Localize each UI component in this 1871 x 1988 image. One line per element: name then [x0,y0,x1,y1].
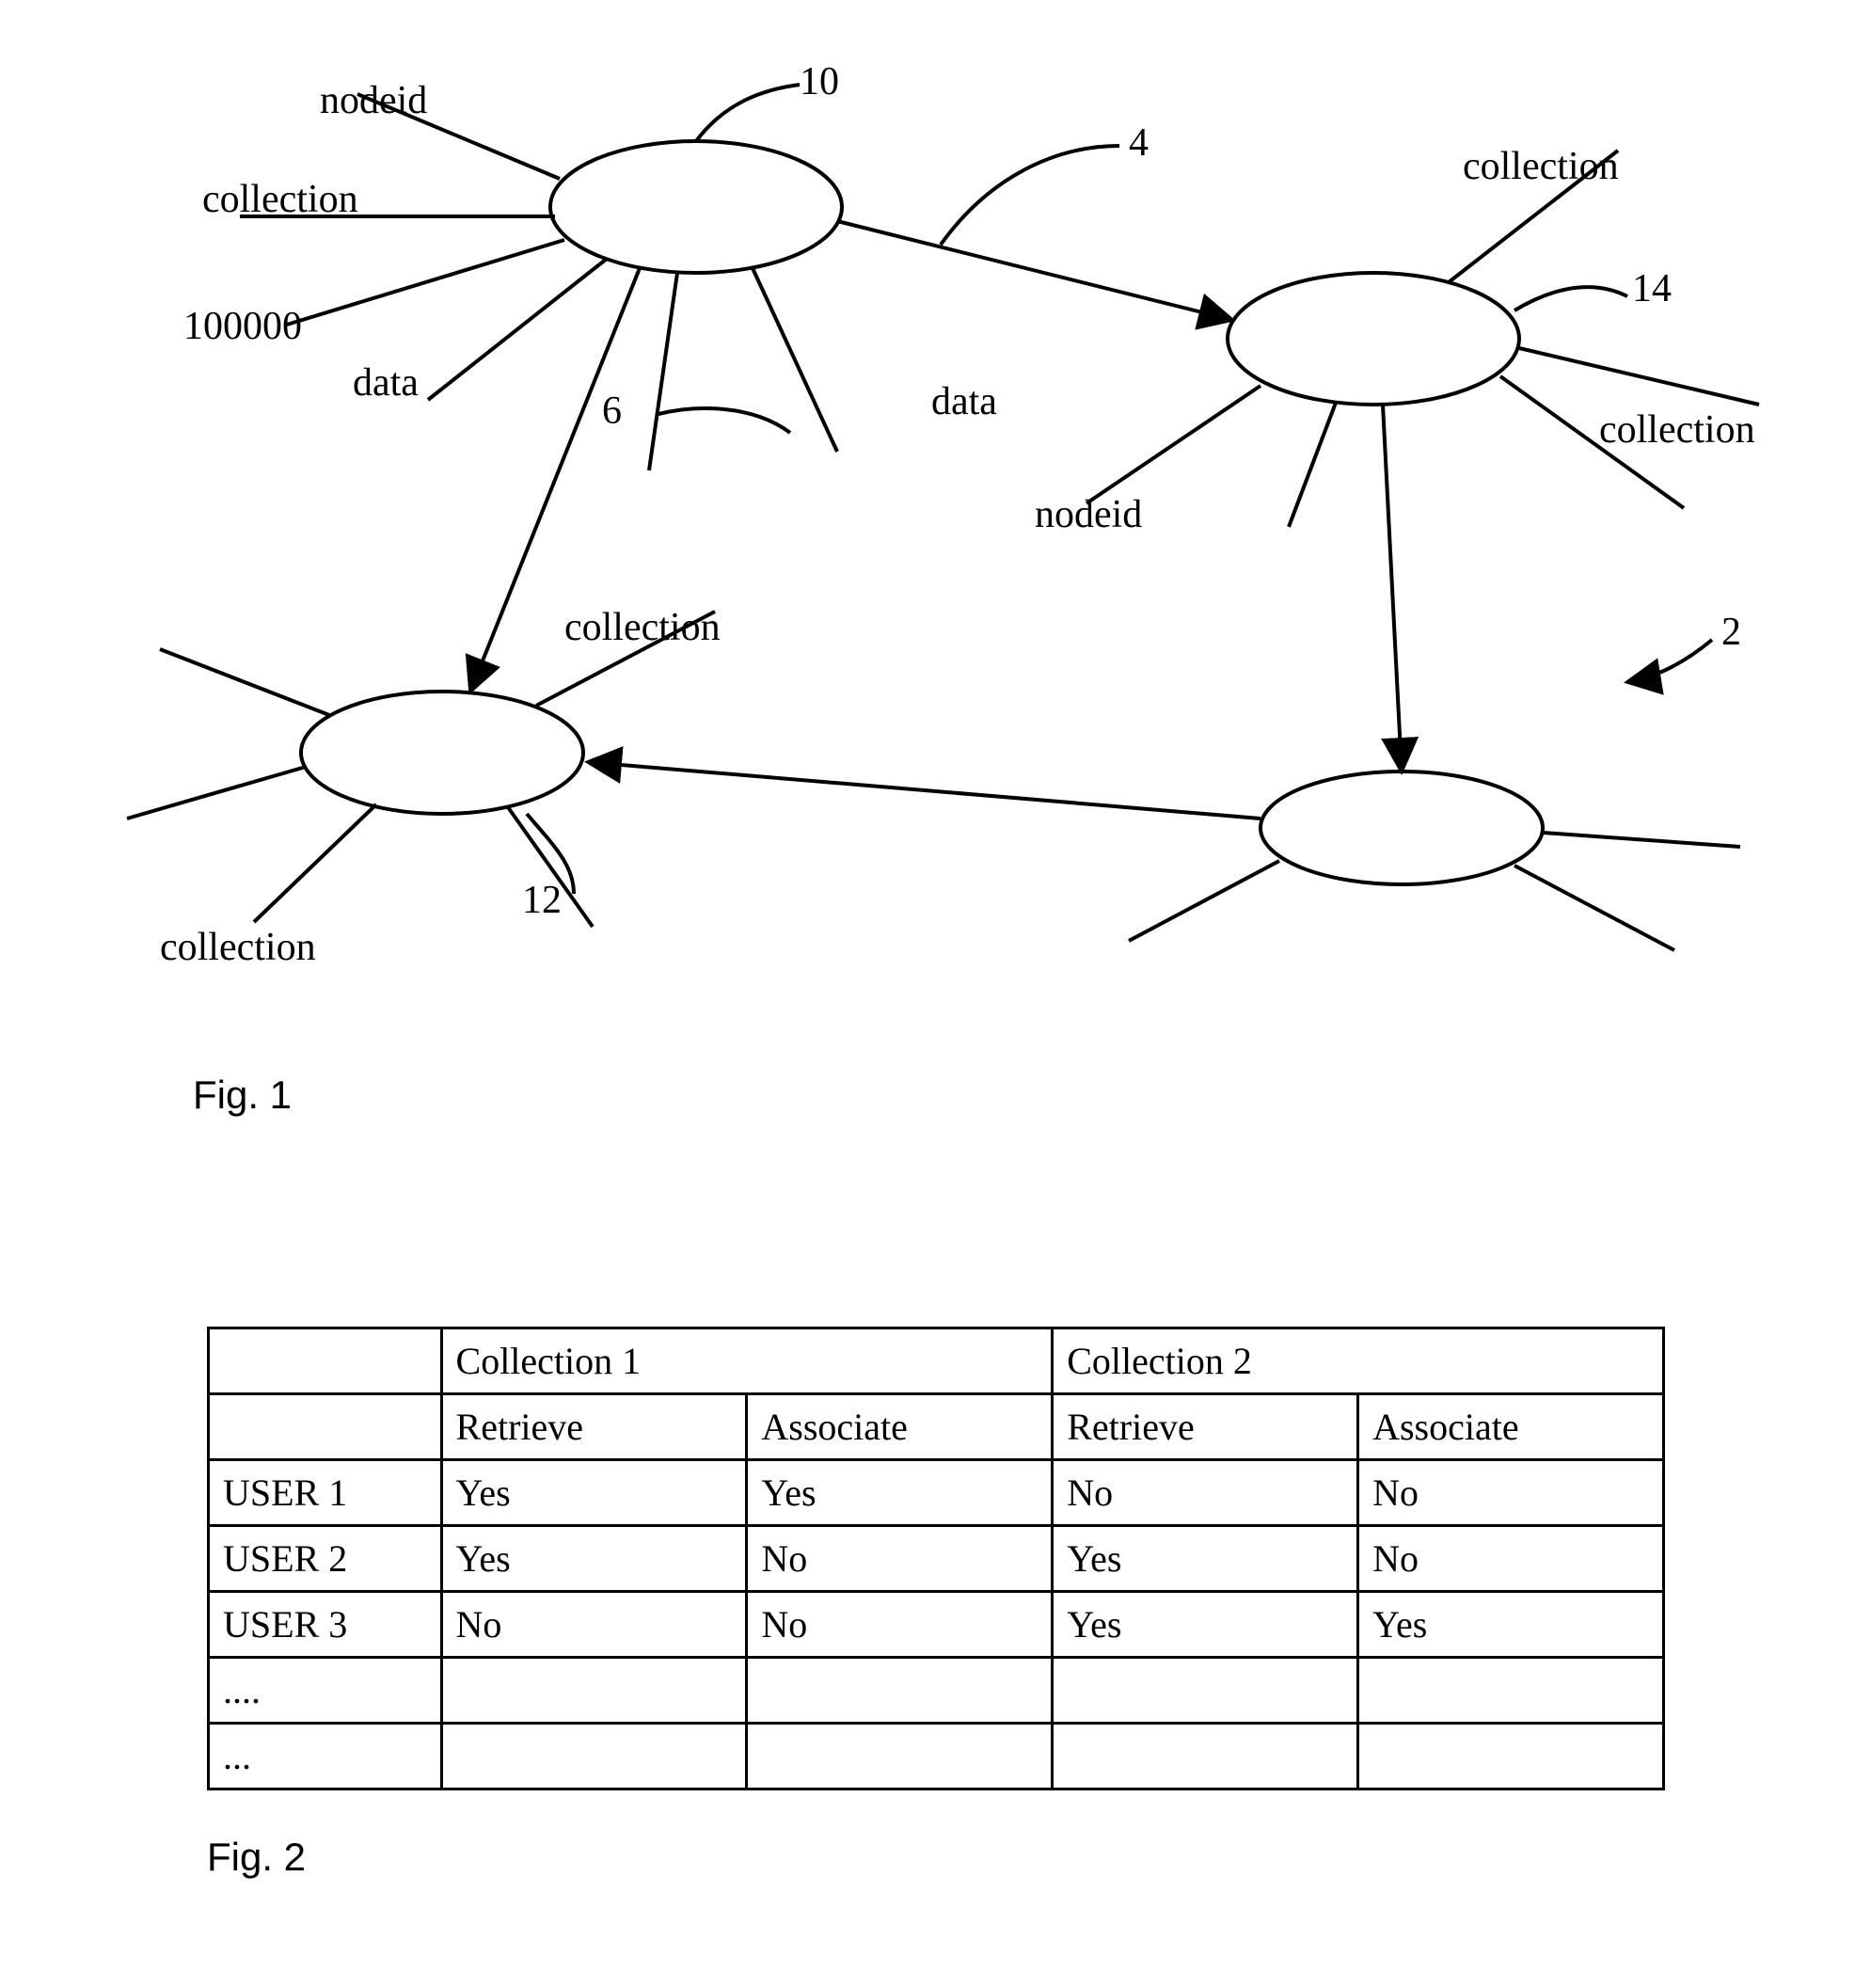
label-data-a: data [353,361,419,405]
node-b-edge-nodeid [1086,386,1261,503]
node-b-edge-collection-right [1519,348,1759,405]
cell-c1a: Yes [747,1460,1053,1526]
cell-c1r [441,1724,747,1789]
figure-1-diagram: nodeid collection 100000 data 6 10 data … [0,0,1871,1035]
cell-user: USER 3 [209,1592,442,1658]
edge-ref-4-lead [941,146,1119,245]
node-a-spoke-extra2 [753,268,837,452]
cell-c1a: No [747,1592,1053,1658]
table-header-collection-1: Collection 1 [441,1328,1053,1394]
label-ref-12: 12 [522,879,562,922]
node-b-edge-spoke-bottom [1289,403,1336,527]
cell-c2r [1053,1658,1358,1724]
table-row: USER 3 No No Yes Yes [209,1592,1664,1658]
table-header-row-2: Retrieve Associate Retrieve Associate [209,1394,1664,1460]
cell-c1a [747,1658,1053,1724]
label-collection-c-top: collection [564,606,721,649]
label-ref-10: 10 [800,60,839,103]
label-ordval-a: 100000 [183,305,302,348]
cell-c2a [1358,1658,1664,1724]
cell-user: USER 2 [209,1526,442,1592]
cell-c1a: No [747,1526,1053,1592]
table-header-collection-2: Collection 2 [1053,1328,1664,1394]
cell-c1r: No [441,1592,747,1658]
node-c-spoke2 [127,767,306,819]
label-collection-b-right: collection [1599,408,1755,452]
table-header-row-1: Collection 1 Collection 2 [209,1328,1664,1394]
node-a-ref-lead [696,85,800,141]
table-row: USER 2 Yes No Yes No [209,1526,1664,1592]
cell-c2r: No [1053,1460,1358,1526]
cell-c1r: Yes [441,1526,747,1592]
permissions-table: Collection 1 Collection 2 Retrieve Assoc… [207,1327,1665,1790]
table-header-c1-retrieve: Retrieve [441,1394,747,1460]
label-nodeid-b: nodeid [1035,493,1142,536]
cell-user: USER 1 [209,1460,442,1526]
cell-c2r: Yes [1053,1592,1358,1658]
edge-b-to-d [1383,405,1402,771]
cell-c2a: No [1358,1460,1664,1526]
graph-ref-lead [1627,640,1712,682]
node-b [1228,273,1519,405]
edge-d-to-c [588,762,1261,819]
label-ref-6: 6 [602,390,622,433]
label-nodeid-a: nodeid [320,79,427,122]
table-row: ... [209,1724,1664,1789]
label-collection-a: collection [202,178,358,221]
table-header-empty-2 [209,1394,442,1460]
figure-1-caption: Fig. 1 [193,1073,292,1118]
node-d-spoke2 [1514,866,1674,950]
table-header-c2-associate: Associate [1358,1394,1664,1460]
cell-user: .... [209,1658,442,1724]
label-ref-4: 4 [1129,121,1149,165]
cell-c2a: No [1358,1526,1664,1592]
node-b-ref-lead [1514,287,1627,310]
label-ref-14: 14 [1632,267,1672,310]
page: nodeid collection 100000 data 6 10 data … [0,0,1871,1988]
node-c [301,692,583,814]
figure-1-labels: nodeid collection 100000 data 6 10 data … [160,60,1755,969]
node-d-spoke3 [1543,833,1740,847]
node-a-edge-data [428,259,607,400]
figure-2-table-wrap: Collection 1 Collection 2 Retrieve Assoc… [207,1327,1665,1790]
label-collection-b-top: collection [1463,145,1619,188]
node-a [550,141,842,273]
node-a-spoke-extra1 [649,273,677,470]
table-row: USER 1 Yes Yes No No [209,1460,1664,1526]
table-header-c2-retrieve: Retrieve [1053,1394,1358,1460]
cell-c1r: Yes [441,1460,747,1526]
label-ref-2: 2 [1721,611,1741,654]
table-header-empty [209,1328,442,1394]
cell-c2r [1053,1724,1358,1789]
table-header-c1-associate: Associate [747,1394,1053,1460]
node-a-edge-ordval [287,240,564,325]
label-edge-data: data [931,380,997,423]
label-collection-c-bottom: collection [160,926,316,969]
cell-c1a [747,1724,1053,1789]
edge-a-to-b [837,221,1232,320]
cell-c1r [441,1658,747,1724]
figure-2-caption: Fig. 2 [207,1835,306,1880]
node-c-spoke1 [160,649,329,715]
table-row: .... [209,1658,1664,1724]
node-d-spoke1 [1129,861,1279,941]
cell-c2a: Yes [1358,1592,1664,1658]
cell-user: ... [209,1724,442,1789]
ref-6-lead [658,408,790,433]
cell-c2r: Yes [1053,1526,1358,1592]
node-c-edge-collection-bottom [254,804,376,922]
node-d [1261,771,1543,884]
cell-c2a [1358,1724,1664,1789]
